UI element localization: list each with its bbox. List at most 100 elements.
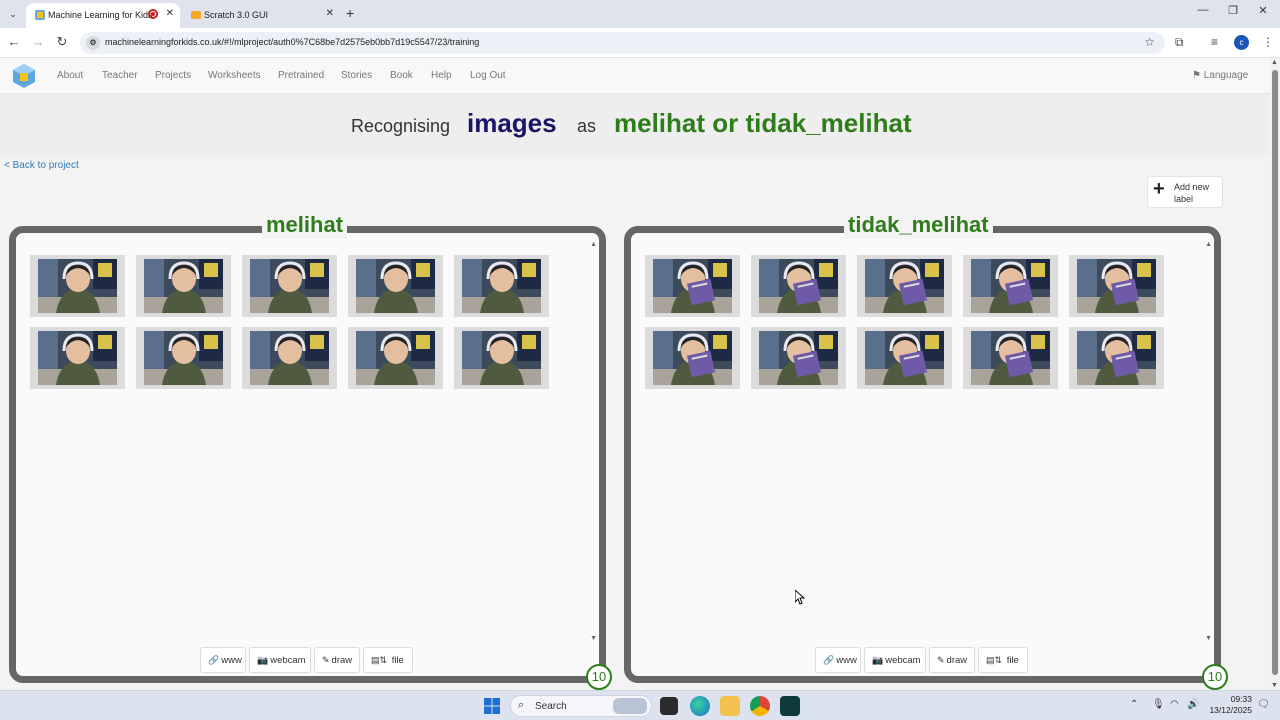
- back-icon[interactable]: ←: [5, 34, 23, 49]
- add-draw-button[interactable]: ✎ draw: [929, 647, 975, 673]
- webcam-photo: [759, 331, 838, 385]
- restore-icon[interactable]: ❐: [1218, 4, 1248, 17]
- scroll-up-arrow-icon[interactable]: ▲: [590, 241, 597, 248]
- language-selector[interactable]: ⚑ Language: [1192, 70, 1248, 81]
- clock-time: 09:33: [1230, 694, 1252, 704]
- tab-machine-learning-for-kids[interactable]: Machine Learning for Kids ✕: [26, 3, 180, 28]
- training-image-thumbnail[interactable]: [348, 327, 443, 389]
- taskbar-search-label: Search: [535, 701, 567, 712]
- training-image-thumbnail[interactable]: [454, 327, 549, 389]
- camera-icon: 📷: [257, 655, 269, 665]
- nav-log-out[interactable]: Log Out: [470, 70, 506, 81]
- notifications-icon[interactable]: 🗨: [1257, 699, 1270, 710]
- tab-title: Machine Learning for Kids: [48, 10, 153, 20]
- add-file-button[interactable]: ▤⇅ file: [978, 647, 1028, 673]
- nav-stories[interactable]: Stories: [341, 70, 372, 81]
- volume-icon[interactable]: 🔊: [1187, 699, 1199, 710]
- nav-about[interactable]: About: [57, 70, 83, 81]
- add-file-button[interactable]: ▤⇅ file: [363, 647, 413, 673]
- scratch-favicon-icon: [191, 11, 201, 19]
- webcam-photo: [971, 259, 1050, 313]
- taskbar-search-box[interactable]: ⌕ Search: [510, 695, 652, 717]
- training-image-thumbnail[interactable]: [963, 327, 1058, 389]
- nav-projects[interactable]: Projects: [155, 70, 191, 81]
- training-image-thumbnail[interactable]: [645, 255, 740, 317]
- training-image-thumbnail[interactable]: [751, 255, 846, 317]
- back-to-project-link[interactable]: < Back to project: [4, 160, 79, 171]
- windows-start-icon[interactable]: [484, 698, 500, 714]
- add-draw-button[interactable]: ✎ draw: [314, 647, 360, 673]
- chrome-browser-icon[interactable]: [750, 696, 770, 716]
- browser-menu-icon[interactable]: ⋮: [1262, 35, 1274, 49]
- page-scrollbar-thumb[interactable]: [1272, 70, 1278, 675]
- training-image-thumbnail[interactable]: [30, 327, 125, 389]
- scroll-down-arrow-icon[interactable]: ▼: [590, 635, 597, 642]
- scroll-down-arrow-icon[interactable]: ▼: [1205, 635, 1212, 642]
- add-webcam-button[interactable]: 📷 webcam: [864, 647, 926, 673]
- nav-book[interactable]: Book: [390, 70, 413, 81]
- forward-icon[interactable]: →: [29, 34, 47, 49]
- tab-search-dropdown-icon[interactable]: ⌄: [4, 5, 22, 23]
- profile-avatar[interactable]: c: [1234, 35, 1249, 50]
- draw-label: draw: [331, 655, 353, 666]
- page-scrollbar[interactable]: ▲ ▼: [1270, 58, 1280, 690]
- add-webcam-button[interactable]: 📷 webcam: [249, 647, 311, 673]
- page-headline: Recognising images as melihat or tidak_m…: [0, 94, 1270, 156]
- scroll-up-arrow-icon[interactable]: ▲: [1205, 241, 1212, 248]
- training-image-thumbnail[interactable]: [857, 255, 952, 317]
- site-info-icon[interactable]: ⚙: [86, 36, 100, 50]
- nav-worksheets[interactable]: Worksheets: [208, 70, 261, 81]
- microphone-icon[interactable]: 🎙: [1152, 699, 1165, 710]
- reload-icon[interactable]: ↻: [53, 34, 71, 50]
- webcam-photo: [759, 259, 838, 313]
- app-icon[interactable]: [780, 696, 800, 716]
- file-explorer-icon[interactable]: [720, 696, 740, 716]
- mlforkids-logo-icon[interactable]: [12, 63, 36, 89]
- training-image-thumbnail[interactable]: [1069, 327, 1164, 389]
- training-image-thumbnail[interactable]: [1069, 255, 1164, 317]
- webcam-photo: [865, 331, 944, 385]
- translate-icon: ⚑: [1192, 70, 1201, 81]
- file-upload-icon: ▤⇅: [371, 655, 388, 665]
- close-window-icon[interactable]: ✕: [1248, 4, 1278, 17]
- training-image-thumbnail[interactable]: [348, 255, 443, 317]
- close-tab-icon[interactable]: ✕: [326, 8, 334, 19]
- close-tab-icon[interactable]: ✕: [166, 8, 174, 19]
- bookmark-star-icon[interactable]: ☆: [1144, 35, 1155, 49]
- training-image-thumbnail[interactable]: [242, 327, 337, 389]
- scroll-down-arrow-icon[interactable]: ▼: [1271, 682, 1278, 689]
- training-image-thumbnail[interactable]: [30, 255, 125, 317]
- training-image-thumbnail[interactable]: [454, 255, 549, 317]
- training-image-thumbnail[interactable]: [857, 327, 952, 389]
- bucket-toolbar: 🔗 www 📷 webcam ✎ draw ▤⇅ file: [200, 647, 420, 673]
- media-control-icon[interactable]: ≡: [1211, 35, 1218, 49]
- url-bar[interactable]: ⚙ machinelearningforkids.co.uk/#!/mlproj…: [80, 32, 1165, 54]
- training-image-thumbnail[interactable]: [136, 327, 231, 389]
- minimize-icon[interactable]: —: [1188, 4, 1218, 16]
- wifi-icon[interactable]: ◠: [1170, 699, 1179, 710]
- nav-teacher[interactable]: Teacher: [102, 70, 138, 81]
- tab-scratch-gui[interactable]: Scratch 3.0 GUI ✕: [182, 3, 340, 28]
- nav-pretrained[interactable]: Pretrained: [278, 70, 324, 81]
- training-image-thumbnail[interactable]: [242, 255, 337, 317]
- new-tab-icon[interactable]: +: [346, 5, 354, 21]
- training-image-thumbnail[interactable]: [136, 255, 231, 317]
- file-label: file: [391, 655, 404, 666]
- url-text[interactable]: machinelearningforkids.co.uk/#!/mlprojec…: [105, 37, 479, 47]
- extensions-icon[interactable]: ⧉: [1175, 35, 1184, 50]
- edge-browser-icon[interactable]: [690, 696, 710, 716]
- add-new-label-button[interactable]: + Add new label: [1147, 176, 1223, 208]
- add-www-button[interactable]: 🔗 www: [815, 647, 861, 673]
- webcam-photo: [250, 259, 329, 313]
- system-clock[interactable]: 09:33 13/12/2025: [1206, 694, 1252, 716]
- nav-help[interactable]: Help: [431, 70, 452, 81]
- tray-overflow-chevron-icon[interactable]: ⌃: [1130, 699, 1138, 710]
- mlforkids-favicon-icon: [35, 10, 45, 20]
- training-image-thumbnail[interactable]: [963, 255, 1058, 317]
- webcam-photo: [462, 259, 541, 313]
- add-www-button[interactable]: 🔗 www: [200, 647, 246, 673]
- training-image-thumbnail[interactable]: [645, 327, 740, 389]
- scroll-up-arrow-icon[interactable]: ▲: [1271, 59, 1278, 66]
- training-image-thumbnail[interactable]: [751, 327, 846, 389]
- task-view-icon[interactable]: [660, 697, 678, 715]
